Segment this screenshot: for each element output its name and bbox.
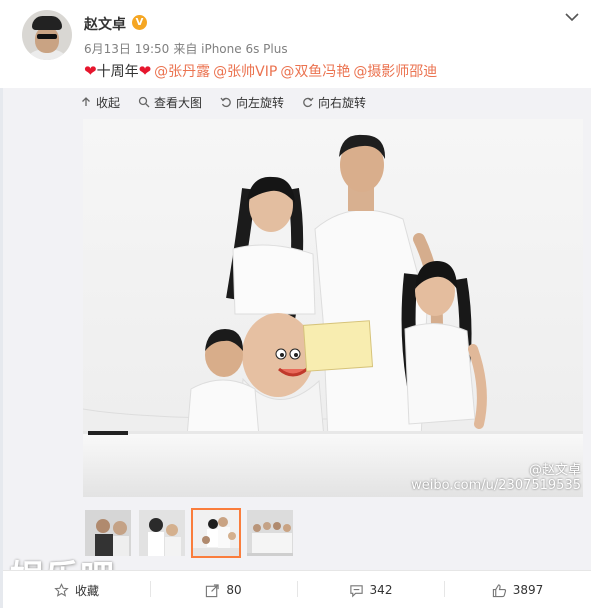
family-photo-illustration <box>83 119 583 497</box>
view-large-label: 查看大图 <box>154 95 203 110</box>
mention-link[interactable]: @双鱼冯艳 <box>280 64 350 80</box>
collapse-button[interactable]: 收起 <box>80 94 120 111</box>
comment-count: 342 <box>369 583 393 597</box>
view-large-button[interactable]: 查看大图 <box>138 94 202 111</box>
rotate-right-button[interactable]: 向右旋转 <box>302 94 366 111</box>
chevron-down-icon[interactable] <box>563 8 581 26</box>
post-meta: 6月13日 19:50 来自 iPhone 6s Plus <box>84 40 292 57</box>
post-text-body: 十周年 <box>96 64 139 80</box>
thumbs-up-icon <box>492 583 506 597</box>
post-text: ❤十周年❤ @张丹露 @张帅VIP @双鱼冯艳 @摄影师邵迪 <box>84 61 437 81</box>
arrow-up-icon <box>82 97 90 106</box>
thumbnail[interactable] <box>137 508 187 558</box>
collapse-label: 收起 <box>96 95 121 110</box>
photo-watermark: @赵文卓 weibo.com/u/2307519535 <box>411 463 581 493</box>
post-photo[interactable]: @赵文卓 weibo.com/u/2307519535 <box>83 119 583 497</box>
user-name[interactable]: 赵文卓 <box>84 14 126 34</box>
comment-button[interactable]: 342 <box>297 571 444 609</box>
star-icon <box>54 582 69 597</box>
watermark-name: @赵文卓 <box>528 463 581 478</box>
heart-icon: ❤ <box>84 62 97 80</box>
like-button[interactable]: 3897 <box>444 571 591 609</box>
rotate-left-label: 向左旋转 <box>236 95 285 110</box>
verified-icon: V <box>132 15 147 30</box>
image-toolbar: 收起 查看大图 向左旋转 向右旋转 <box>80 94 366 110</box>
favorite-label: 收藏 <box>74 583 99 598</box>
rotate-right-label: 向右旋转 <box>318 95 367 110</box>
repost-count: 80 <box>226 583 242 597</box>
mention-link[interactable]: @张帅VIP <box>213 64 277 80</box>
rotate-left-button[interactable]: 向左旋转 <box>220 94 284 111</box>
rotate-right-icon <box>303 97 314 108</box>
thumbnail-image <box>247 510 293 556</box>
action-bar: 收藏 80 342 3897 <box>3 570 591 609</box>
post-header: 赵文卓 V 6月13日 19:50 来自 iPhone 6s Plus ❤十周年❤… <box>0 0 591 88</box>
mention-link[interactable]: @张丹露 <box>154 64 210 80</box>
like-count: 3897 <box>512 583 544 597</box>
avatar[interactable] <box>22 10 72 60</box>
thumbnail-image <box>139 510 185 556</box>
watermark-url: weibo.com/u/2307519535 <box>411 478 581 493</box>
post-date[interactable]: 6月13日 19:50 <box>84 42 169 56</box>
post-source: 来自 iPhone 6s Plus <box>173 42 288 56</box>
heart-icon: ❤ <box>138 62 152 80</box>
thumbnail-image <box>193 510 239 556</box>
comment-icon <box>349 584 363 597</box>
favorite-button[interactable]: 收藏 <box>3 571 150 609</box>
mention-link[interactable]: @摄影师邵迪 <box>353 64 437 80</box>
repost-button[interactable]: 80 <box>150 571 297 609</box>
thumbnail-active[interactable] <box>191 508 241 558</box>
search-icon <box>138 96 150 108</box>
rotate-left-icon <box>220 97 231 108</box>
share-icon <box>206 583 220 597</box>
thumbnail[interactable] <box>245 508 295 558</box>
